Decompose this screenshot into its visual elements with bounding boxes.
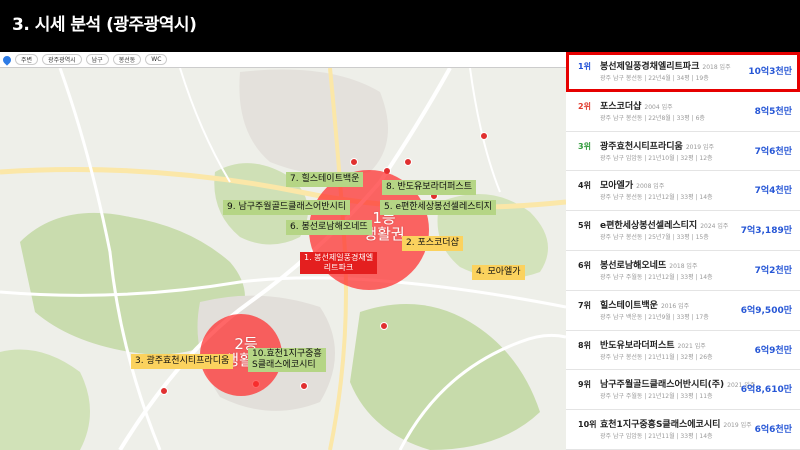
map-label-apt-6[interactable]: 6. 봉선로남해오네뜨	[286, 220, 372, 235]
map-label-apt-1[interactable]: 1. 봉선제일풍경채엘 리트파크	[300, 252, 378, 274]
move-in-year: 2008 입주	[636, 183, 665, 191]
move-in-year: 2019 입주	[685, 143, 715, 151]
map-label-apt-5[interactable]: 5. e편한세상봉선셀레스티지	[380, 200, 497, 215]
apartment-meta: 광주 남구 임암동 | 21년11월 | 33평 | 14층	[600, 433, 713, 441]
apartment-name: 봉선로남해오네뜨 2018 입주	[600, 258, 697, 271]
rank-number: 1위	[578, 62, 591, 71]
ranking-row[interactable]: 1위 봉선제일풍경채엘리트파크 2018 입주광주 남구 봉선동 | 22년4월 |…	[566, 52, 800, 92]
map-dong-chip[interactable]: 봉선동	[112, 54, 142, 65]
location-pin-icon	[1, 53, 13, 66]
price: 6억6천만	[754, 425, 792, 436]
price: 10억3천만	[748, 67, 792, 77]
ranking-row[interactable]: 3위 광주효천시티프라디움 2019 입주광주 남구 임암동 | 21년10월 | …	[566, 132, 800, 172]
ranking-row[interactable]: 8위 반도유보라더퍼스트 2021 입주광주 남구 봉선동 | 21년11월 | 3…	[566, 331, 800, 371]
price: 7억6천만	[754, 146, 792, 157]
move-in-year: 2016 입주	[660, 302, 690, 310]
apartment-name-text: 봉선제일풍경채엘리트파크	[600, 62, 700, 72]
price: 7억2천만	[754, 266, 792, 276]
apartment-meta: 광주 남구 봉선동 | 21년11월 | 32평 | 26층	[600, 353, 713, 361]
apartment-name-text: 모아엘가	[600, 181, 634, 192]
move-in-year: 2019 입주	[723, 422, 752, 430]
apartment-name: 힐스테이트백운 2016 입주	[600, 298, 689, 311]
rank-number: 6위	[578, 261, 591, 270]
apartment-name: 모아엘가 2008 입주	[600, 178, 664, 191]
price: 7억4천만	[754, 186, 792, 197]
apartment-name: 광주효천시티프라디움 2019 입주	[600, 139, 714, 152]
map-marker[interactable]	[300, 382, 308, 390]
map-district-chip[interactable]: 남구	[85, 54, 109, 65]
apartment-meta: 광주 남구 백운동 | 21년9월 | 33평 | 17층	[600, 313, 709, 321]
apartment-meta: 광주 남구 주월동 | 21년12월 | 33평 | 14층	[600, 274, 713, 281]
apartment-meta: 광주 남구 봉선동 | 25년7월 | 33평 | 15층	[600, 234, 709, 242]
move-in-year: 2018 입주	[702, 64, 731, 71]
map-label-apt-2[interactable]: 2. 포스코더샵	[402, 236, 463, 251]
map-marker[interactable]	[480, 132, 488, 140]
apartment-name: 포스코더샵 2004 입주	[600, 99, 673, 112]
apartment-meta: 광주 남구 봉선동 | 21년12월 | 33평 | 14층	[600, 194, 713, 202]
rank-number: 8위	[578, 340, 591, 350]
price: 8억5천만	[754, 106, 792, 117]
page-title: 3. 시세 분석 (광주광역시)	[12, 15, 197, 35]
rank-number: 10위	[578, 420, 597, 430]
map-toolbar: 주변 광주광역시 남구 봉선동 WC	[0, 52, 566, 68]
map-label-apt-10[interactable]: 10.효천1지구중흥 S클래스에코시티	[248, 348, 326, 372]
apartment-name-text: 힐스테이트백운	[600, 300, 658, 311]
apartment-meta: 광주 남구 봉선동 | 22년4월 | 34평 | 19층	[600, 75, 709, 82]
map-label-apt-7[interactable]: 7. 힐스테이트백운	[286, 172, 364, 187]
rank-number: 3위	[578, 141, 591, 151]
rank-number: 4위	[578, 181, 591, 191]
rank-number: 9위	[578, 380, 591, 390]
apartment-name-text: 반도유보라더퍼스트	[600, 340, 675, 351]
apartment-meta: 광주 남구 임암동 | 21년10월 | 32평 | 12층	[600, 154, 713, 162]
apartment-meta: 광주 남구 봉선동 | 22년8월 | 33평 | 6층	[600, 114, 705, 122]
map-marker[interactable]	[404, 158, 412, 166]
apartment-name-text: 포스코더샵	[600, 101, 642, 112]
ranking-row[interactable]: 7위 힐스테이트백운 2016 입주광주 남구 백운동 | 21년9월 | 33평 …	[566, 291, 800, 331]
map-view[interactable]: 주변 광주광역시 남구 봉선동 WC 1등 생활권 2등 생활권 1. 봉선제일…	[0, 52, 566, 450]
ranking-row[interactable]: 10위 효천1지구중흥S클래스에코시티 2019 입주광주 남구 임암동 | 21년…	[566, 410, 800, 450]
rank-number: 5위	[578, 221, 591, 231]
apartment-name-text: 효천1지구중흥S클래스에코시티	[600, 420, 721, 431]
move-in-year: 2024 입주	[700, 223, 729, 231]
apartment-name-text: 남구주월골드클래스어반시티(주)	[600, 380, 725, 391]
map-background	[0, 52, 566, 450]
map-label-apt-9[interactable]: 9. 남구주월골드클래스어반시티	[223, 200, 351, 215]
map-label-apt-4[interactable]: 4. 모아엘가	[472, 265, 525, 280]
price: 6억9,500만	[740, 305, 792, 316]
apartment-name-text: 광주효천시티프라디움	[600, 141, 683, 152]
apartment-meta: 광주 남구 주월동 | 21년12월 | 33평 | 11층	[600, 393, 713, 401]
slide: 3. 시세 분석 (광주광역시) 주변 광주광역시 남구 봉선동 WC 1등 생…	[0, 0, 800, 450]
price: 6억9천만	[754, 345, 792, 356]
map-wc-chip[interactable]: WC	[145, 54, 168, 65]
ranking-row[interactable]: 9위 남구주월골드클래스어반시티(주) 2021 입주광주 남구 주월동 | 21년…	[566, 370, 800, 411]
apartment-name: 반도유보라더퍼스트 2021 입주	[600, 338, 706, 351]
map-marker[interactable]	[160, 387, 168, 395]
ranking-row[interactable]: 2위 포스코더샵 2004 입주광주 남구 봉선동 | 22년8월 | 33평 | …	[566, 92, 800, 132]
apartment-name: 남구주월골드클래스어반시티(주) 2021 입주	[600, 377, 755, 390]
price: 6억8,610만	[740, 385, 792, 396]
apartment-name: 효천1지구중흥S클래스에코시티 2019 입주	[600, 417, 752, 430]
ranking-row[interactable]: 5위 e편한세상봉선셀레스티지 2024 입주광주 남구 봉선동 | 25년7월 |…	[566, 211, 800, 251]
ranking-row[interactable]: 6위 봉선로남해오네뜨 2018 입주광주 남구 주월동 | 21년12월 | 33…	[566, 251, 800, 291]
price: 7억3,189만	[740, 226, 792, 237]
map-marker[interactable]	[380, 322, 388, 330]
rank-number: 7위	[578, 300, 591, 310]
rank-number: 2위	[578, 101, 591, 111]
map-marker[interactable]	[350, 158, 358, 166]
apartment-name: 봉선제일풍경채엘리트파크 2018 입주	[600, 59, 731, 72]
move-in-year: 2021 입주	[677, 342, 706, 350]
apartment-name-text: e편한세상봉선셀레스티지	[600, 221, 698, 232]
apartment-name-text: 봉선로남해오네뜨	[600, 261, 667, 271]
map-region-chip[interactable]: 광주광역시	[42, 54, 82, 65]
move-in-year: 2018 입주	[669, 263, 698, 270]
map-label-apt-3[interactable]: 3. 광주효천시티프라디움	[131, 354, 234, 369]
map-filter-chip[interactable]: 주변	[15, 54, 39, 65]
map-label-apt-8[interactable]: 8. 반도유보라더퍼스트	[382, 180, 476, 195]
apartment-name: e편한세상봉선셀레스티지 2024 입주	[600, 218, 728, 231]
move-in-year: 2004 입주	[644, 103, 673, 111]
ranking-panel: 1위 봉선제일풍경채엘리트파크 2018 입주 광주 남구 봉선동 | 22년4월 |…	[566, 52, 800, 450]
ranking-row[interactable]: 4위 모아엘가 2008 입주광주 남구 봉선동 | 21년12월 | 33평 | …	[566, 171, 800, 212]
